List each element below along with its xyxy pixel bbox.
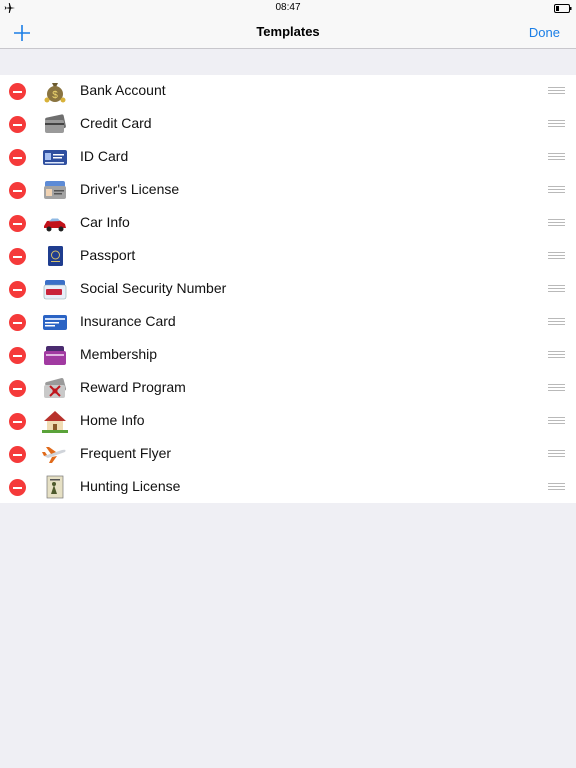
credit-card-icon [42, 112, 68, 136]
reorder-handle-icon[interactable] [548, 285, 565, 293]
delete-icon[interactable] [9, 116, 26, 133]
template-label: ID Card [80, 148, 129, 164]
delete-icon[interactable] [9, 83, 26, 100]
membership-card-icon [42, 343, 68, 367]
template-row-id-card[interactable]: ID Card [0, 141, 576, 174]
reorder-handle-icon[interactable] [548, 450, 565, 458]
template-row-membership[interactable]: Membership [0, 339, 576, 372]
reorder-handle-icon[interactable] [548, 417, 565, 425]
template-row-social-security-number[interactable]: Social Security Number [0, 273, 576, 306]
delete-icon[interactable] [9, 248, 26, 265]
delete-icon[interactable] [9, 380, 26, 397]
template-label: Reward Program [80, 379, 186, 395]
done-button[interactable]: Done [529, 25, 560, 40]
reorder-handle-icon[interactable] [548, 87, 565, 95]
drivers-license-icon [42, 178, 68, 202]
template-label: Bank Account [80, 82, 166, 98]
navigation-bar: Templates Done [0, 16, 576, 49]
delete-icon[interactable] [9, 314, 26, 331]
id-card-icon [42, 145, 68, 169]
passport-icon [42, 244, 68, 268]
template-label: Social Security Number [80, 280, 227, 296]
money-bag-icon [42, 79, 68, 103]
template-label: Home Info [80, 412, 145, 428]
reorder-handle-icon[interactable] [548, 186, 565, 194]
template-row-frequent-flyer[interactable]: Frequent Flyer [0, 438, 576, 471]
delete-icon[interactable] [9, 281, 26, 298]
delete-icon[interactable] [9, 215, 26, 232]
delete-icon[interactable] [9, 182, 26, 199]
house-icon [42, 409, 68, 433]
template-label: Membership [80, 346, 158, 362]
templates-list: Bank Account Credit Card ID Card Driver's L… [0, 75, 576, 503]
template-row-driver-s-license[interactable]: Driver's License [0, 174, 576, 207]
airplane-icon [42, 442, 68, 466]
template-row-bank-account[interactable]: Bank Account [0, 75, 576, 108]
delete-icon[interactable] [9, 149, 26, 166]
template-row-reward-program[interactable]: Reward Program [0, 372, 576, 405]
template-label: Credit Card [80, 115, 152, 131]
delete-icon[interactable] [9, 347, 26, 364]
social-security-card-icon [42, 277, 68, 301]
battery-icon [554, 4, 572, 13]
template-label: Passport [80, 247, 136, 263]
template-label: Frequent Flyer [80, 445, 172, 461]
reorder-handle-icon[interactable] [548, 252, 565, 260]
template-row-credit-card[interactable]: Credit Card [0, 108, 576, 141]
delete-icon[interactable] [9, 446, 26, 463]
template-row-passport[interactable]: Passport [0, 240, 576, 273]
template-row-car-info[interactable]: Car Info [0, 207, 576, 240]
reorder-handle-icon[interactable] [548, 153, 565, 161]
status-bar: 08:47 [0, 0, 576, 16]
template-row-home-info[interactable]: Home Info [0, 405, 576, 438]
template-label: Driver's License [80, 181, 180, 197]
template-label: Hunting License [80, 478, 181, 494]
car-icon [42, 211, 68, 235]
reorder-handle-icon[interactable] [548, 384, 565, 392]
reward-card-icon [42, 376, 68, 400]
insurance-card-icon [42, 310, 68, 334]
reorder-handle-icon[interactable] [548, 351, 565, 359]
reorder-handle-icon[interactable] [548, 483, 565, 491]
template-label: Insurance Card [80, 313, 176, 329]
template-row-insurance-card[interactable]: Insurance Card [0, 306, 576, 339]
page-title: Templates [256, 24, 320, 39]
reorder-handle-icon[interactable] [548, 120, 565, 128]
delete-icon[interactable] [9, 413, 26, 430]
hunting-license-icon [42, 475, 68, 499]
template-row-hunting-license[interactable]: Hunting License [0, 471, 576, 504]
status-time: 08:47 [275, 2, 301, 13]
template-label: Car Info [80, 214, 130, 230]
reorder-handle-icon[interactable] [548, 318, 565, 326]
reorder-handle-icon[interactable] [548, 219, 565, 227]
delete-icon[interactable] [9, 479, 26, 496]
